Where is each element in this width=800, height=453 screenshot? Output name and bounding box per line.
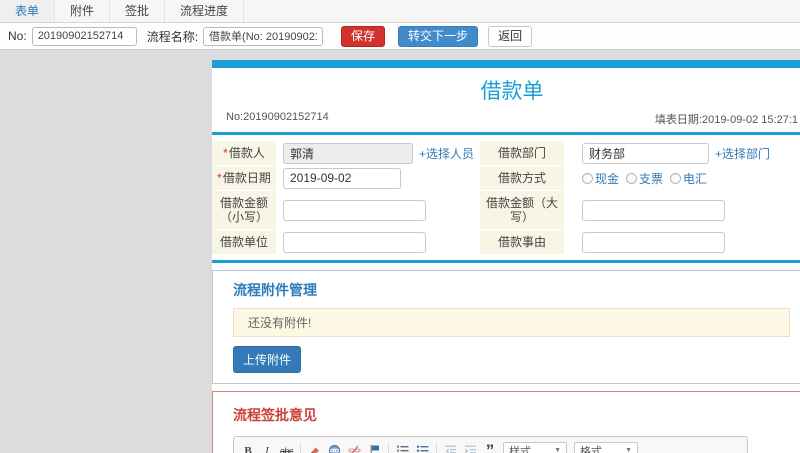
bold-icon[interactable]: B bbox=[242, 443, 254, 453]
loan-unit-input[interactable] bbox=[283, 231, 426, 253]
no-label: No: bbox=[8, 29, 27, 43]
amount-lowercase-input[interactable] bbox=[283, 199, 426, 221]
select-person-link[interactable]: +选择人员 bbox=[419, 145, 474, 162]
save-button[interactable]: 保存 bbox=[341, 25, 386, 47]
blockquote-icon[interactable]: ” bbox=[484, 442, 496, 453]
required-marker: * bbox=[217, 171, 222, 185]
approval-heading: 流程签批意见 bbox=[233, 407, 317, 423]
loan-date-row: *借款日期 bbox=[212, 166, 480, 190]
document-meta: No:20190902152714 填表日期:2019-09-02 15:27:… bbox=[212, 111, 800, 135]
process-name-label: 流程名称: bbox=[146, 29, 199, 44]
no-attachments-notice: 还没有附件! bbox=[233, 308, 790, 337]
back-button[interactable]: 返回 bbox=[488, 25, 533, 47]
format-dropdown[interactable]: 格式 ▼ bbox=[574, 442, 639, 453]
radio-circle-icon bbox=[582, 172, 593, 184]
anchor-flag-icon[interactable] bbox=[368, 443, 381, 453]
document-panel: 借款单 No:20190902152714 填表日期:2019-09-02 15… bbox=[212, 60, 800, 453]
radio-wire[interactable]: 电汇 bbox=[670, 170, 707, 187]
no-input[interactable] bbox=[31, 26, 137, 46]
remove-format-icon[interactable] bbox=[308, 443, 321, 453]
unlink-icon[interactable] bbox=[348, 443, 361, 453]
document-number: No:20190902152714 bbox=[226, 111, 329, 123]
borrower-row: *借款人 +选择人员 bbox=[212, 141, 480, 165]
editor-toolbar: B I abc ” 样式 ▼ 格式 ▼ bbox=[234, 437, 747, 453]
attachments-section: 流程附件管理 还没有附件! 上传附件 bbox=[212, 270, 800, 384]
bulleted-list-icon[interactable] bbox=[416, 443, 429, 453]
link-icon[interactable] bbox=[328, 443, 341, 453]
strikethrough-icon[interactable]: abc bbox=[280, 443, 294, 453]
tab-bar: 表单 附件 签批 流程进度 bbox=[0, 0, 800, 23]
amount-uppercase-label: 借款金额（大写） bbox=[480, 191, 564, 229]
toolbar-separator bbox=[300, 443, 302, 453]
loan-unit-row: 借款单位 bbox=[212, 230, 480, 254]
tab-progress[interactable]: 流程进度 bbox=[165, 0, 245, 22]
borrower-label: *借款人 bbox=[212, 141, 276, 165]
loan-reason-input[interactable] bbox=[582, 231, 725, 253]
tab-approval[interactable]: 签批 bbox=[110, 0, 166, 22]
radio-circle-icon bbox=[670, 172, 682, 184]
toolbar-separator bbox=[388, 443, 390, 453]
amount-lowercase-row: 借款金额（小写） bbox=[212, 191, 480, 229]
loan-date-input[interactable] bbox=[283, 167, 401, 189]
upload-attachment-button[interactable]: 上传附件 bbox=[233, 346, 302, 373]
form-right-column: 借款部门 +选择部门 借款方式 现金 支票 电汇 bbox=[480, 140, 800, 255]
rich-text-editor: B I abc ” 样式 ▼ 格式 ▼ bbox=[233, 436, 748, 453]
amount-lowercase-label: 借款金额（小写） bbox=[212, 191, 276, 229]
loan-reason-row: 借款事由 bbox=[480, 230, 800, 254]
document-title: 借款单 bbox=[480, 80, 544, 103]
loan-method-label: 借款方式 bbox=[480, 166, 564, 190]
document-date: 填表日期:2019-09-02 15:27:1 bbox=[654, 114, 798, 126]
indent-icon[interactable] bbox=[464, 443, 477, 453]
loan-unit-label: 借款单位 bbox=[212, 230, 276, 254]
chevron-down-icon: ▼ bbox=[554, 447, 562, 453]
page-background: 借款单 No:20190902152714 填表日期:2019-09-02 15… bbox=[0, 50, 800, 453]
toolbar: No: 流程名称: 保存 转交下一步 返回 bbox=[0, 23, 800, 50]
process-name-input[interactable] bbox=[203, 26, 324, 46]
borrower-input[interactable] bbox=[283, 142, 413, 164]
loan-reason-label: 借款事由 bbox=[480, 230, 564, 254]
radio-check[interactable]: 支票 bbox=[626, 170, 663, 187]
radio-circle-icon bbox=[626, 172, 638, 184]
department-label: 借款部门 bbox=[480, 141, 564, 165]
attachments-heading: 流程附件管理 bbox=[233, 282, 317, 298]
loan-date-label: *借款日期 bbox=[212, 166, 276, 190]
department-input[interactable] bbox=[582, 142, 709, 164]
form-left-column: *借款人 +选择人员 *借款日期 借款金额（小写） bbox=[212, 140, 480, 255]
outdent-icon[interactable] bbox=[444, 443, 457, 453]
chevron-down-icon: ▼ bbox=[625, 447, 633, 453]
numbered-list-icon[interactable] bbox=[396, 443, 409, 453]
italic-icon[interactable]: I bbox=[261, 443, 273, 453]
select-department-link[interactable]: +选择部门 bbox=[715, 145, 770, 162]
tab-form[interactable]: 表单 bbox=[0, 0, 56, 22]
next-step-button[interactable]: 转交下一步 bbox=[398, 25, 479, 47]
amount-uppercase-input[interactable] bbox=[582, 199, 725, 221]
required-marker: * bbox=[223, 146, 228, 160]
department-row: 借款部门 +选择部门 bbox=[480, 141, 800, 165]
toolbar-separator bbox=[436, 443, 438, 453]
radio-cash[interactable]: 现金 bbox=[582, 170, 619, 187]
loan-form: *借款人 +选择人员 *借款日期 借款金额（小写） bbox=[212, 135, 800, 263]
styles-dropdown[interactable]: 样式 ▼ bbox=[503, 442, 568, 453]
panel-accent-bar bbox=[212, 60, 800, 68]
amount-uppercase-row: 借款金额（大写） bbox=[480, 191, 800, 229]
tab-attachment[interactable]: 附件 bbox=[55, 0, 111, 22]
approval-section: 流程签批意见 B I abc ” 样式 ▼ 格式 ▼ bbox=[212, 391, 800, 453]
loan-method-radio-group: 现金 支票 电汇 bbox=[582, 170, 707, 187]
loan-method-row: 借款方式 现金 支票 电汇 bbox=[480, 166, 800, 190]
